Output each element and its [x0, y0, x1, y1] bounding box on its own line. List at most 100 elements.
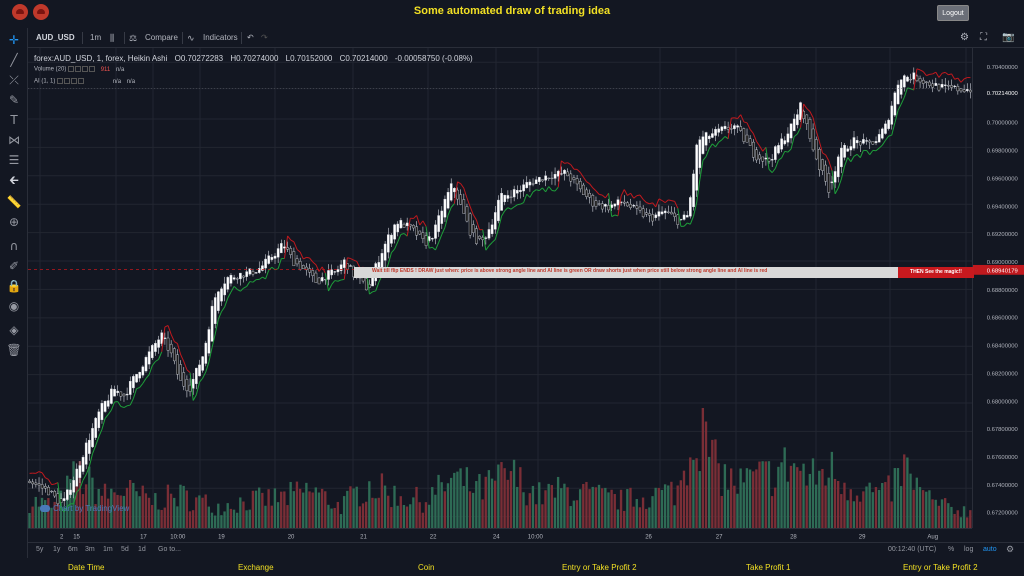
- undo-icon[interactable]: ↶: [247, 31, 254, 45]
- interval-button[interactable]: 1m: [90, 31, 101, 45]
- ai-line-segment: [145, 374, 150, 379]
- legend-action-icon[interactable]: [89, 66, 96, 72]
- compare-icon[interactable]: ⚖: [129, 31, 137, 45]
- range-1m[interactable]: 1m: [103, 546, 113, 553]
- trend-line-icon[interactable]: ╱: [5, 52, 23, 68]
- legend-symbol[interactable]: forex:AUD_USD, 1, forex, Heikin Ashi: [34, 54, 167, 63]
- ai-line-segment: [639, 194, 644, 200]
- indicators-button[interactable]: Indicators: [203, 31, 238, 45]
- volume-bar: [578, 489, 582, 528]
- time-axis[interactable]: 15 17 10:00 19 20 21 22 24 10:00 26 27 28 29 Aug 2: [28, 528, 972, 542]
- volume-bar: [799, 470, 802, 528]
- camera-icon[interactable]: 📷: [1002, 31, 1014, 45]
- indicators-icon[interactable]: ∿: [187, 31, 195, 45]
- prediction-tool-icon[interactable]: ☰: [5, 152, 23, 168]
- log-toggle[interactable]: log: [964, 546, 973, 553]
- range-5d[interactable]: 5d: [121, 546, 129, 553]
- ai-line-segment: [576, 169, 581, 173]
- trash-icon[interactable]: 🗑: [5, 342, 23, 358]
- legend-action-icon[interactable]: [78, 78, 85, 84]
- ai-line-segment: [127, 404, 131, 407]
- volume-bar: [475, 481, 478, 528]
- volume-bar: [516, 486, 519, 528]
- candle-body: [591, 195, 595, 207]
- legend-action-icon[interactable]: [75, 66, 82, 72]
- candle-body: [849, 146, 853, 151]
- range-6m[interactable]: 6m: [68, 546, 78, 553]
- volume-bar: [418, 502, 421, 528]
- ai-line-segment: [548, 186, 553, 191]
- settings-gear-icon[interactable]: ⚙: [1006, 544, 1014, 555]
- candle-body: [714, 129, 717, 136]
- volume-bar: [862, 491, 865, 528]
- candle-body: [119, 391, 123, 397]
- range-1d[interactable]: 1d: [138, 546, 146, 553]
- ai-line-segment: [885, 135, 890, 141]
- legend-action-icon[interactable]: [57, 78, 64, 84]
- layers-icon[interactable]: ◈: [5, 322, 23, 338]
- candle-body: [91, 428, 94, 448]
- zoom-icon[interactable]: ⊕: [5, 214, 23, 230]
- candle-body: [934, 83, 938, 86]
- auto-toggle[interactable]: auto: [983, 546, 997, 553]
- legend-action-icon[interactable]: [82, 66, 89, 72]
- volume-bar: [305, 482, 308, 528]
- candle-body: [522, 184, 525, 192]
- crosshair-icon[interactable]: ✛: [5, 32, 23, 48]
- volume-bar: [789, 465, 793, 528]
- ai-line-segment: [132, 388, 138, 399]
- ai-line-segment: [422, 220, 427, 227]
- lock-icon[interactable]: 🔒: [5, 278, 23, 294]
- legend-action-icon[interactable]: [68, 66, 75, 72]
- candle-body: [534, 179, 538, 184]
- range-5y[interactable]: 5y: [36, 546, 43, 553]
- legend-action-icon[interactable]: [71, 78, 78, 84]
- candle-body: [298, 261, 302, 270]
- eye-icon[interactable]: ◉: [5, 298, 23, 314]
- lock-pencil-icon[interactable]: ✐: [5, 258, 23, 274]
- ai-line-segment: [532, 189, 537, 193]
- candle-body: [670, 211, 673, 215]
- ai-line-segment: [954, 77, 959, 80]
- ai-line-segment: [687, 222, 691, 225]
- range-3m[interactable]: 3m: [85, 546, 95, 553]
- brush-icon[interactable]: ✎: [5, 92, 23, 108]
- volume-bar: [730, 468, 733, 528]
- back-arrow-icon[interactable]: 🡰: [5, 172, 23, 188]
- chart-type-icon[interactable]: ⫼: [110, 31, 114, 45]
- redo-icon[interactable]: ↷: [261, 31, 268, 45]
- candle-body: [465, 206, 469, 222]
- volume-label[interactable]: Volume (20): [34, 67, 66, 73]
- ai-line-segment: [683, 222, 688, 227]
- tradingview-watermark[interactable]: Chart by TradingView: [40, 504, 129, 513]
- compare-button[interactable]: Compare: [145, 31, 178, 45]
- volume-bar: [638, 507, 642, 528]
- fullscreen-icon[interactable]: ⛶: [980, 31, 987, 45]
- price-tick-label: 0.70000000: [987, 121, 1019, 127]
- price-axis[interactable]: 0.70400000 0.70214000 0.70000000 0.69800000…: [972, 48, 1024, 528]
- goto-button[interactable]: Go to...: [158, 546, 181, 553]
- symbol-search[interactable]: AUD_USD: [36, 31, 75, 45]
- volume-bar: [915, 477, 919, 528]
- magnet-icon[interactable]: ∩: [5, 238, 23, 254]
- pattern-tool-icon[interactable]: ⋈: [5, 132, 23, 148]
- price-chart[interactable]: [28, 48, 972, 528]
- ai-label[interactable]: AI (1, 1): [34, 79, 55, 85]
- toolbar-divider: [241, 32, 242, 44]
- percent-toggle[interactable]: %: [948, 546, 954, 553]
- logout-button[interactable]: Logout: [937, 5, 969, 21]
- candle-body: [487, 229, 491, 239]
- range-1y[interactable]: 1y: [53, 546, 60, 553]
- volume-bar: [273, 488, 277, 528]
- ruler-icon[interactable]: 📏: [5, 194, 23, 210]
- legend-action-icon[interactable]: [64, 78, 71, 84]
- fib-tool-icon[interactable]: ⤫: [5, 72, 23, 88]
- volume-bar: [415, 486, 418, 528]
- text-tool-icon[interactable]: T: [5, 112, 23, 128]
- candle-body: [947, 85, 950, 87]
- settings-gear-icon[interactable]: ⚙: [960, 31, 969, 45]
- volume-bar: [550, 485, 553, 528]
- volume-bar: [604, 487, 607, 528]
- price-tick-label: 0.69200000: [987, 232, 1019, 238]
- utc-clock[interactable]: 00:12:40 (UTC): [888, 546, 936, 553]
